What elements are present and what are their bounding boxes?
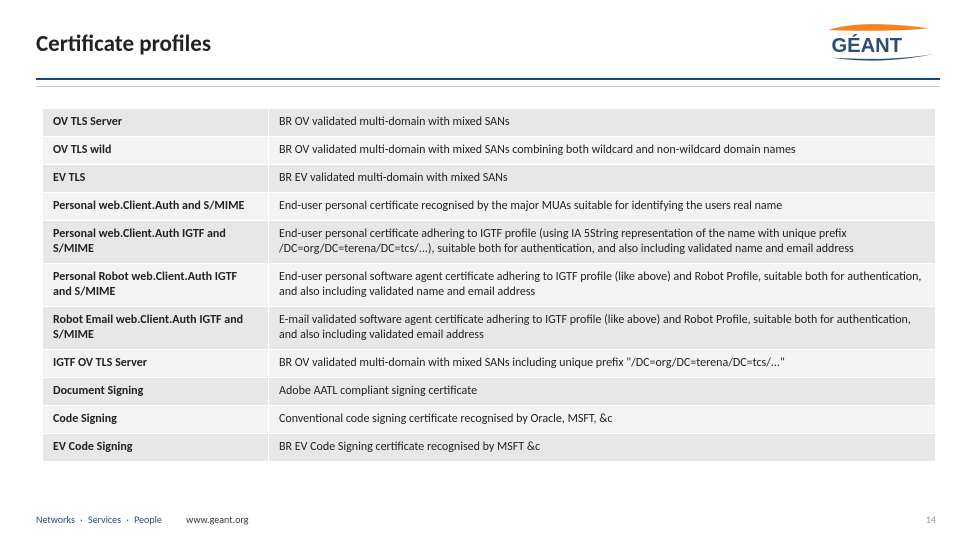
table-row: OV TLS wild BR OV validated multi-domain… (43, 137, 936, 165)
table-row: Personal Robot web.Client.Auth IGTF and … (43, 264, 936, 307)
dot-icon: · (126, 513, 129, 526)
footer-segment: Services (88, 513, 121, 526)
title-rule-thin (36, 86, 940, 87)
profile-desc: BR OV validated multi-domain with mixed … (269, 137, 936, 165)
table-row: OV TLS Server BR OV validated multi-doma… (43, 109, 936, 137)
profile-desc: BR OV validated multi-domain with mixed … (269, 109, 936, 137)
title-rule (36, 78, 940, 80)
profile-desc: Conventional code signing certificate re… (269, 406, 936, 434)
profile-desc: BR OV validated multi-domain with mixed … (269, 350, 936, 378)
slide: Certificate profiles GÉANT OV TLS Server… (0, 0, 960, 540)
profile-name: Personal web.Client.Auth and S/MIME (43, 193, 269, 221)
table-row: EV Code Signing BR EV Code Signing certi… (43, 434, 936, 462)
profile-name: Document Signing (43, 378, 269, 406)
profile-desc: BR EV validated multi-domain with mixed … (269, 165, 936, 193)
profile-name: Code Signing (43, 406, 269, 434)
profile-name: OV TLS Server (43, 109, 269, 137)
footer-segment: People (134, 513, 162, 526)
table-row: Personal web.Client.Auth and S/MIME End-… (43, 193, 936, 221)
table-row: Personal web.Client.Auth IGTF and S/MIME… (43, 221, 936, 264)
table-row: Document Signing Adobe AATL compliant si… (43, 378, 936, 406)
profile-name: EV Code Signing (43, 434, 269, 462)
dot-icon: · (80, 513, 83, 526)
profile-desc: E-mail validated software agent certific… (269, 307, 936, 350)
brand-logo: GÉANT (826, 22, 936, 64)
profiles-table: OV TLS Server BR OV validated multi-doma… (42, 108, 936, 462)
profile-name: IGTF OV TLS Server (43, 350, 269, 378)
footer-segment: Networks (36, 513, 75, 526)
page-number: 14 (926, 513, 936, 526)
profile-name: OV TLS wild (43, 137, 269, 165)
profile-name: Robot Email web.Client.Auth IGTF and S/M… (43, 307, 269, 350)
table-row: Code Signing Conventional code signing c… (43, 406, 936, 434)
table-row: EV TLS BR EV validated multi-domain with… (43, 165, 936, 193)
profile-desc: End-user personal certificate recognised… (269, 193, 936, 221)
table-row: Robot Email web.Client.Auth IGTF and S/M… (43, 307, 936, 350)
geant-logo-icon: GÉANT (826, 22, 936, 64)
logo-text: GÉANT (832, 34, 903, 57)
footer-url: www.geant.org (186, 513, 248, 526)
profile-desc: End-user personal software agent certifi… (269, 264, 936, 307)
profile-name: Personal Robot web.Client.Auth IGTF and … (43, 264, 269, 307)
table-row: IGTF OV TLS Server BR OV validated multi… (43, 350, 936, 378)
profile-desc: Adobe AATL compliant signing certificate (269, 378, 936, 406)
profile-name: EV TLS (43, 165, 269, 193)
profile-desc: BR EV Code Signing certificate recognise… (269, 434, 936, 462)
footer: Networks · Services · People www.geant.o… (36, 513, 248, 526)
page-title: Certificate profiles (36, 30, 211, 58)
profile-desc: End-user personal certificate adhering t… (269, 221, 936, 264)
profile-name: Personal web.Client.Auth IGTF and S/MIME (43, 221, 269, 264)
